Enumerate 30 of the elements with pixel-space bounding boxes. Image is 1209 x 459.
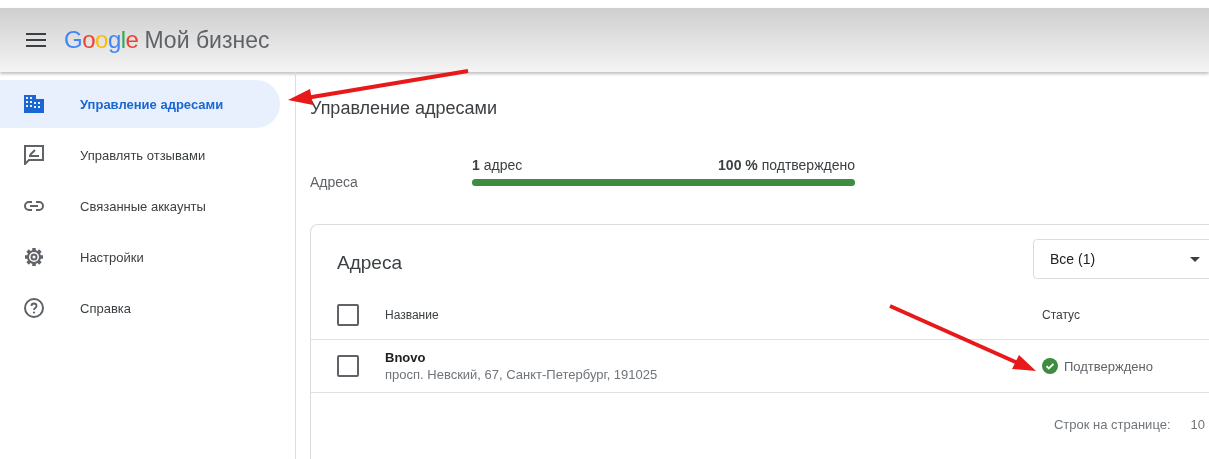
checkbox[interactable] (337, 304, 359, 326)
verified-share: 100 % подтверждено (718, 157, 855, 173)
filter-dropdown[interactable]: Все (1) (1033, 239, 1209, 279)
column-header: Название (385, 308, 440, 322)
sidebar-item[interactable]: Управлять отзывами (0, 131, 280, 179)
sidebar-item[interactable]: Настройки (0, 233, 280, 281)
location-address: просп. Невский, 67, Санкт-Петербург, 191025 (385, 367, 659, 382)
rows-per-page-label: Строк на странице: (1053, 417, 1171, 432)
summary-label: Адреса (310, 174, 359, 190)
caret-icon (1190, 256, 1200, 262)
status-text: Подтверждено (1064, 358, 1153, 374)
check-circle-icon (1042, 358, 1058, 374)
building-icon (24, 95, 44, 113)
checkbox[interactable] (337, 355, 359, 377)
logo: Google (64, 26, 139, 53)
link-icon (24, 201, 44, 211)
column-header: Статус (1042, 308, 1080, 322)
product-name: Мой бизнес (144, 27, 270, 53)
rows-per-page-select[interactable]: 10 (1190, 417, 1205, 432)
review-icon (24, 145, 44, 165)
address-count: 1 адрес (472, 157, 523, 173)
page-title: Управление адресами (310, 98, 499, 119)
sidebar-item[interactable]: Справка (0, 284, 280, 332)
sidebar-item[interactable]: Управление адресами (0, 80, 280, 128)
help-icon (24, 298, 44, 318)
location-name: Bnovo (385, 350, 427, 365)
card-title: Адреса (337, 252, 402, 274)
gear-icon (24, 247, 44, 267)
menu-icon[interactable] (26, 33, 46, 47)
sidebar-item[interactable]: Связанные аккаунты (0, 182, 280, 230)
